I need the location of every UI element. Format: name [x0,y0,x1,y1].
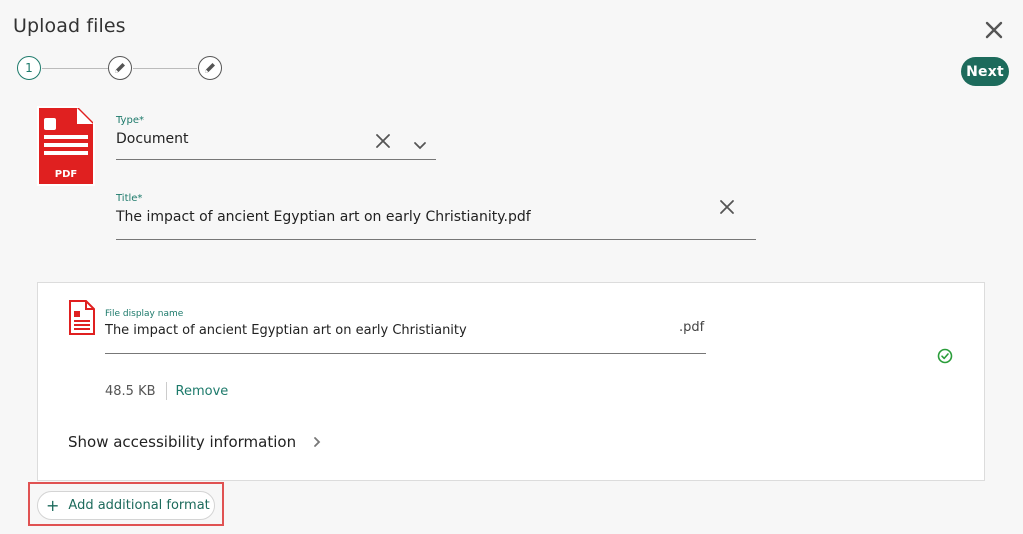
step-connector [133,68,197,69]
type-dropdown-button[interactable] [413,136,427,155]
clear-icon [376,134,390,148]
type-select[interactable]: Type* Document [116,115,436,160]
type-underline [116,159,436,160]
pencil-icon [205,63,215,73]
file-size: 48.5 KB [105,383,156,399]
accessibility-label: Show accessibility information [68,433,297,451]
pdf-file-icon [69,300,95,335]
type-label: Type* [116,115,144,126]
chevron-right-icon [314,437,321,447]
step-connector [42,68,108,69]
title-clear-button[interactable] [719,199,735,219]
pencil-icon [115,63,125,73]
add-additional-format-button[interactable]: + Add additional format [37,491,215,520]
close-button[interactable] [983,19,1005,41]
pdf-icon-text: PDF [55,169,77,180]
file-display-name-input[interactable]: File display name The impact of ancient … [105,309,706,354]
success-check-icon [937,348,953,368]
file-meta: 48.5 KB Remove [105,382,228,400]
step-2[interactable] [108,56,132,80]
step-3[interactable] [198,56,222,80]
title-input[interactable]: Title* The impact of ancient Egyptian ar… [116,193,756,240]
plus-icon: + [46,495,60,515]
title-label: Title* [116,193,143,204]
clear-icon [720,200,734,214]
meta-divider [165,382,167,400]
close-icon [985,21,1003,39]
file-display-name-label: File display name [105,309,184,319]
stepper: 1 [17,56,227,82]
file-display-name-underline [105,353,706,354]
type-clear-button[interactable] [375,133,391,153]
chevron-down-icon [414,142,426,150]
add-format-label: Add additional format [68,498,210,513]
remove-link[interactable]: Remove [176,384,229,399]
step-1[interactable]: 1 [17,56,41,80]
pdf-file-icon: PDF [37,106,95,186]
title-value: The impact of ancient Egyptian art on ea… [116,209,531,225]
dialog-title: Upload files [13,15,126,37]
show-accessibility-toggle[interactable]: Show accessibility information [68,433,322,451]
step-1-label: 1 [25,61,33,75]
file-display-name-value: The impact of ancient Egyptian art on ea… [105,323,467,338]
title-underline [116,239,756,240]
file-card: File display name The impact of ancient … [37,282,985,481]
next-button[interactable]: Next [961,57,1009,86]
file-extension: .pdf [679,320,705,335]
